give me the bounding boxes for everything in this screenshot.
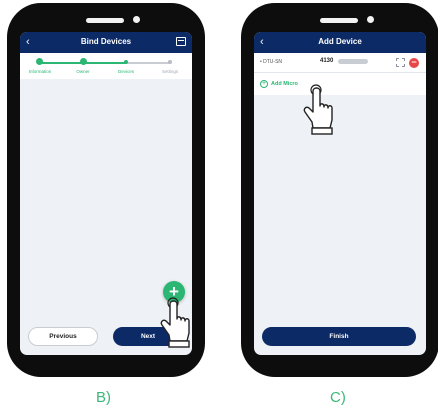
pointing-hand-icon <box>303 84 333 135</box>
dtu-sn-label: • DTU-SN <box>260 59 283 65</box>
page-title: Add Device <box>318 37 362 46</box>
caption-c: C) <box>330 389 346 406</box>
dtu-sn-row: • DTU-SN 4130 − <box>254 53 426 73</box>
header-bar: ‹ Bind Devices <box>20 32 192 53</box>
step-dot-information <box>36 58 43 65</box>
finish-button[interactable]: Finish <box>262 327 416 346</box>
progress-stepper: Information Owner Devices Settings <box>20 53 192 79</box>
remove-icon[interactable]: − <box>409 58 419 68</box>
page-title: Bind Devices <box>80 37 132 46</box>
step-dot-devices <box>124 60 128 64</box>
step-connector <box>40 62 84 64</box>
add-micro-row[interactable]: + Add Micro <box>254 73 426 95</box>
step-connector <box>126 62 170 64</box>
scan-icon[interactable] <box>396 58 405 67</box>
add-micro-label[interactable]: Add Micro <box>271 81 298 87</box>
front-camera <box>367 16 374 23</box>
speaker-grille <box>320 18 358 23</box>
step-connector <box>84 62 126 64</box>
step-label-devices: Devices <box>117 69 134 74</box>
step-label-information: Information <box>28 69 52 74</box>
phone-frame-c: ‹ Add Device • DTU-SN 4130 − + Add Micro… <box>241 3 438 377</box>
dtu-sn-value[interactable]: 4130 <box>320 58 333 64</box>
step-dot-owner <box>80 58 87 65</box>
header-bar: ‹ Add Device <box>254 32 426 53</box>
step-label-owner: Owner <box>76 69 90 74</box>
redacted-serial <box>338 59 368 64</box>
screen-bind-devices: ‹ Bind Devices Information Owner Devices… <box>20 32 192 355</box>
previous-button[interactable]: Previous <box>28 327 98 346</box>
pointing-hand-icon <box>160 297 190 348</box>
step-label-settings: Settings <box>161 69 179 74</box>
step-dot-settings <box>168 60 172 64</box>
screen-add-device: ‹ Add Device • DTU-SN 4130 − + Add Micro… <box>254 32 426 355</box>
phone-frame-b: ‹ Bind Devices Information Owner Devices… <box>7 3 205 377</box>
caption-b: B) <box>96 389 111 406</box>
speaker-grille <box>86 18 124 23</box>
front-camera <box>133 16 140 23</box>
plus-icon[interactable]: + <box>260 80 268 88</box>
save-icon[interactable] <box>176 37 186 46</box>
